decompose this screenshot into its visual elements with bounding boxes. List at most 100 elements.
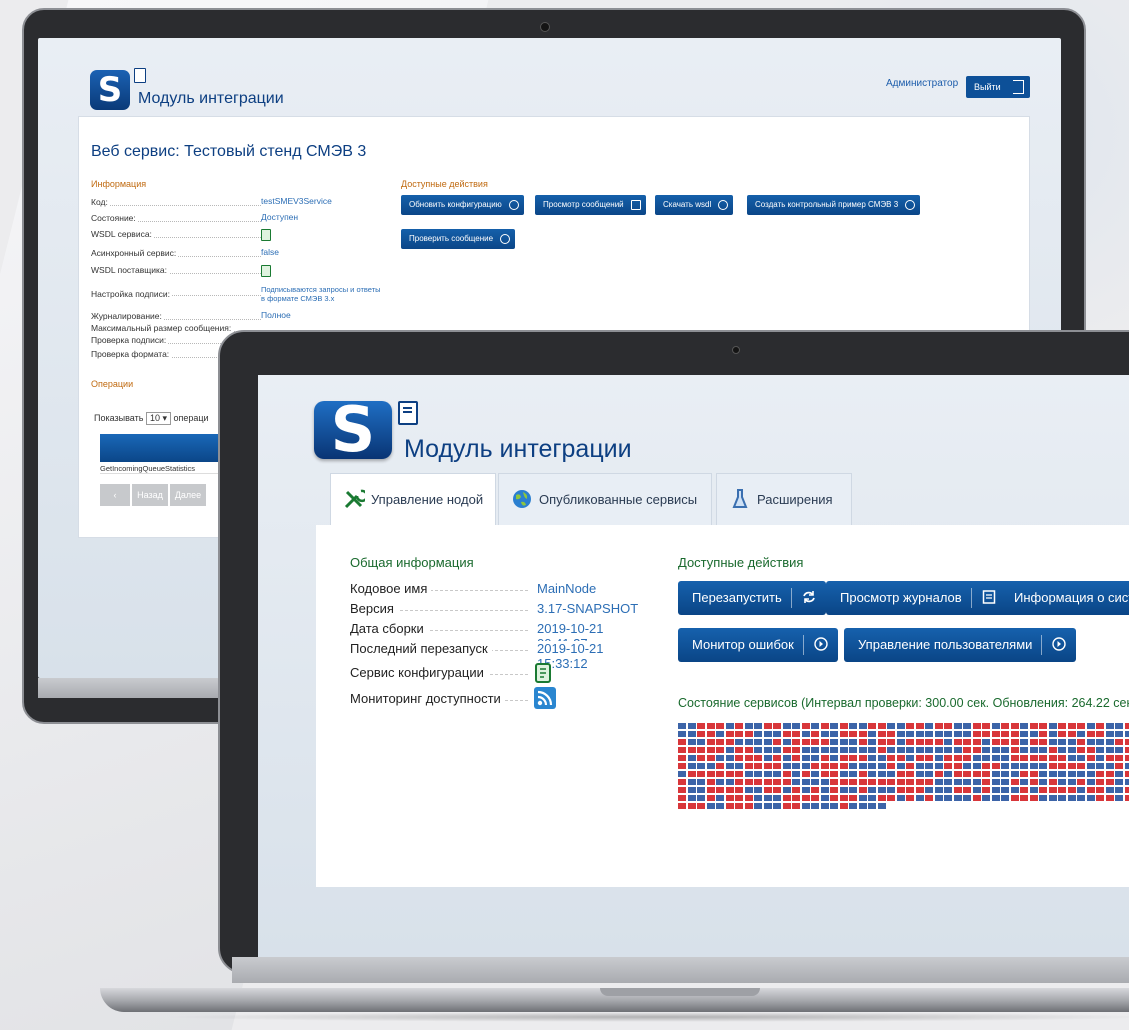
service-status-cell[interactable] [1048, 739, 1057, 745]
service-status-cell[interactable] [801, 747, 810, 753]
service-status-cell[interactable] [801, 771, 810, 777]
service-status-cell[interactable] [1105, 763, 1114, 769]
service-status-cell[interactable] [735, 747, 743, 753]
service-status-cell[interactable] [1001, 755, 1009, 761]
service-status-cell[interactable] [849, 779, 857, 785]
service-status-cell[interactable] [963, 795, 971, 801]
service-status-cell[interactable] [982, 771, 990, 777]
service-status-cell[interactable] [792, 795, 800, 801]
service-status-cell[interactable] [877, 747, 886, 753]
service-status-cell[interactable] [773, 723, 781, 729]
service-status-cell[interactable] [801, 787, 810, 793]
service-status-cell[interactable] [725, 779, 734, 785]
service-status-cell[interactable] [773, 755, 781, 761]
service-status-cell[interactable] [858, 787, 867, 793]
service-status-cell[interactable] [725, 731, 734, 737]
service-status-cell[interactable] [972, 755, 981, 761]
service-status-cell[interactable] [982, 739, 990, 745]
service-status-cell[interactable] [1124, 787, 1129, 793]
service-status-cell[interactable] [706, 723, 715, 729]
service-status-cell[interactable] [1086, 787, 1095, 793]
service-status-cell[interactable] [1124, 779, 1129, 785]
service-status-cell[interactable] [1115, 763, 1123, 769]
service-status-cell[interactable] [716, 771, 724, 777]
service-status-cell[interactable] [754, 787, 762, 793]
service-status-cell[interactable] [1001, 747, 1009, 753]
service-status-cell[interactable] [706, 739, 715, 745]
service-status-cell[interactable] [915, 731, 924, 737]
service-status-cell[interactable] [725, 795, 734, 801]
service-status-cell[interactable] [697, 739, 705, 745]
service-status-cell[interactable] [839, 771, 848, 777]
service-status-cell[interactable] [735, 723, 743, 729]
service-status-cell[interactable] [868, 763, 876, 769]
service-status-cell[interactable] [858, 771, 867, 777]
service-status-cell[interactable] [1077, 739, 1085, 745]
service-status-cell[interactable] [773, 731, 781, 737]
service-status-cell[interactable] [782, 739, 791, 745]
service-status-cell[interactable] [944, 779, 952, 785]
service-status-cell[interactable] [868, 755, 876, 761]
service-status-cell[interactable] [706, 803, 715, 809]
service-status-cell[interactable] [820, 803, 829, 809]
document-icon[interactable] [261, 229, 271, 241]
service-status-cell[interactable] [1058, 723, 1066, 729]
service-status-cell[interactable] [934, 755, 943, 761]
service-status-cell[interactable] [1039, 755, 1047, 761]
service-status-cell[interactable] [906, 747, 914, 753]
pager-next-button[interactable]: Далее [170, 484, 206, 506]
service-status-cell[interactable] [697, 795, 705, 801]
service-status-cell[interactable] [1058, 747, 1066, 753]
service-status-cell[interactable] [944, 771, 952, 777]
service-status-cell[interactable] [1096, 723, 1104, 729]
service-status-cell[interactable] [1105, 779, 1114, 785]
service-status-cell[interactable] [1048, 779, 1057, 785]
service-status-cell[interactable] [716, 795, 724, 801]
service-status-cell[interactable] [896, 747, 905, 753]
service-status-cell[interactable] [830, 731, 838, 737]
service-status-cell[interactable] [678, 763, 686, 769]
service-status-cell[interactable] [1096, 747, 1104, 753]
user-name-link[interactable]: Администратор [886, 78, 958, 89]
service-status-cell[interactable] [839, 747, 848, 753]
service-status-cell[interactable] [934, 779, 943, 785]
service-status-cell[interactable] [687, 723, 696, 729]
service-status-cell[interactable] [934, 795, 943, 801]
service-status-cell[interactable] [725, 787, 734, 793]
service-status-cell[interactable] [906, 731, 914, 737]
service-status-cell[interactable] [678, 731, 686, 737]
service-status-cell[interactable] [1029, 731, 1038, 737]
service-status-cell[interactable] [944, 763, 952, 769]
service-status-cell[interactable] [1124, 771, 1129, 777]
service-status-cell[interactable] [849, 787, 857, 793]
service-status-cell[interactable] [811, 771, 819, 777]
service-status-cell[interactable] [868, 739, 876, 745]
service-status-cell[interactable] [1029, 739, 1038, 745]
service-status-cell[interactable] [706, 763, 715, 769]
update-config-button[interactable]: Обновить конфигурацию [401, 195, 524, 215]
service-status-cell[interactable] [697, 723, 705, 729]
service-status-cell[interactable] [820, 763, 829, 769]
service-status-cell[interactable] [716, 803, 724, 809]
service-status-cell[interactable] [1020, 755, 1028, 761]
service-status-cell[interactable] [1086, 755, 1095, 761]
service-status-cell[interactable] [1039, 731, 1047, 737]
service-status-cell[interactable] [963, 763, 971, 769]
service-status-cell[interactable] [868, 771, 876, 777]
service-status-cell[interactable] [858, 779, 867, 785]
service-status-cell[interactable] [773, 771, 781, 777]
service-status-cell[interactable] [754, 795, 762, 801]
service-status-cell[interactable] [1086, 779, 1095, 785]
service-status-cell[interactable] [754, 739, 762, 745]
service-status-cell[interactable] [849, 803, 857, 809]
service-status-cell[interactable] [934, 747, 943, 753]
service-status-cell[interactable] [915, 755, 924, 761]
service-status-cell[interactable] [706, 755, 715, 761]
view-logs-button[interactable]: Просмотр журналов [826, 581, 1006, 615]
logout-button[interactable]: Выйти [966, 76, 1030, 98]
service-status-cell[interactable] [953, 779, 962, 785]
service-status-cell[interactable] [1077, 747, 1085, 753]
service-status-cell[interactable] [1086, 795, 1095, 801]
service-status-cell[interactable] [801, 755, 810, 761]
service-status-cell[interactable] [849, 755, 857, 761]
